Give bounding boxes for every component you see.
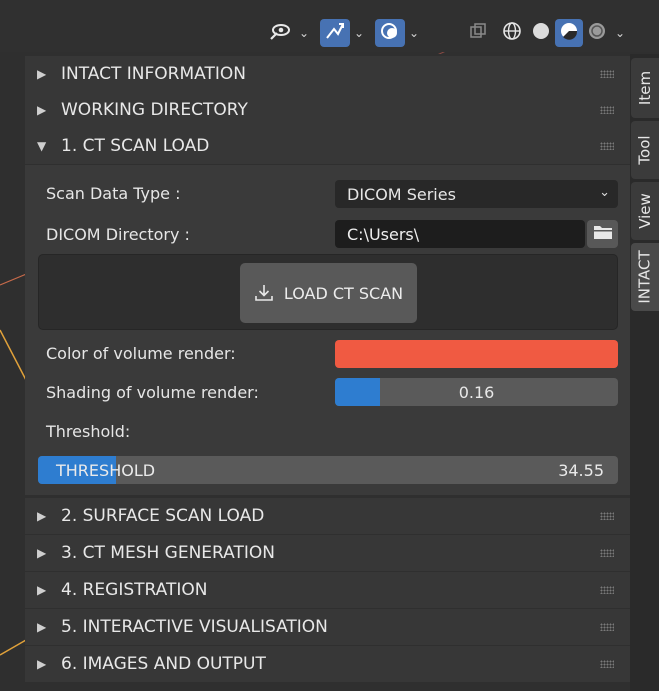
wireframe-shading-button[interactable] — [497, 19, 527, 47]
collapsed-arrow-icon: ▶ — [37, 620, 47, 634]
eye-selectability-icon — [269, 21, 291, 45]
gizmo-dropdown-chevron-icon[interactable]: ⌄ — [350, 19, 368, 47]
section-label: 6. IMAGES AND OUTPUT — [61, 654, 266, 674]
solid-shading-icon — [531, 21, 551, 45]
scan-type-label: Scan Data Type : — [46, 184, 181, 203]
volume-render-color-swatch[interactable] — [335, 340, 618, 368]
section-surface-scan-load[interactable]: ▶ 2. SURFACE SCAN LOAD — [25, 498, 630, 534]
material-shading-button[interactable] — [555, 19, 583, 47]
wireframe-shading-icon — [502, 21, 522, 45]
shading-volume-render-label: Shading of volume render: — [46, 383, 259, 402]
collapsed-arrow-icon: ▶ — [37, 509, 47, 523]
shading-dropdown-chevron-icon[interactable]: ⌄ — [611, 19, 629, 47]
section-ct-mesh-generation[interactable]: ▶ 3. CT MESH GENERATION — [25, 535, 630, 571]
overlays-dropdown-chevron-icon[interactable]: ⌄ — [405, 19, 423, 47]
tab-label: Item — [636, 70, 654, 106]
ct-scan-load-body — [25, 165, 630, 495]
folder-icon — [593, 223, 613, 245]
tab-view[interactable]: View — [631, 182, 659, 240]
drag-grip-icon[interactable] — [600, 512, 614, 520]
solid-shading-button[interactable] — [527, 19, 555, 47]
drag-grip-icon[interactable] — [600, 70, 614, 78]
section-label: 5. INTERACTIVE VISUALISATION — [61, 617, 328, 637]
section-label: 2. SURFACE SCAN LOAD — [61, 506, 265, 526]
drag-grip-icon[interactable] — [600, 106, 614, 114]
collapsed-arrow-icon: ▶ — [37, 546, 47, 560]
section-intact-information[interactable]: ▶ INTACT INFORMATION — [25, 56, 630, 92]
drag-grip-icon[interactable] — [600, 142, 614, 150]
section-label: 1. CT SCAN LOAD — [61, 136, 210, 156]
browse-folder-button[interactable] — [587, 220, 618, 248]
drag-grip-icon[interactable] — [600, 660, 614, 668]
threshold-value: 34.55 — [558, 460, 604, 480]
expanded-arrow-icon: ▼ — [37, 139, 47, 153]
tab-intact[interactable]: INTACT — [631, 243, 659, 311]
tab-item[interactable]: Item — [631, 58, 659, 118]
collapsed-arrow-icon: ▶ — [37, 103, 47, 117]
collapsed-arrow-icon: ▶ — [37, 657, 47, 671]
material-shading-icon — [559, 21, 579, 45]
section-label: WORKING DIRECTORY — [61, 100, 248, 120]
color-volume-render-label: Color of volume render: — [46, 344, 236, 363]
overlays-toggle-button[interactable] — [375, 19, 405, 47]
rendered-shading-button[interactable] — [583, 19, 611, 47]
load-ct-scan-label: LOAD CT SCAN — [283, 283, 404, 303]
section-registration[interactable]: ▶ 4. REGISTRATION — [25, 572, 630, 608]
section-images-and-output[interactable]: ▶ 6. IMAGES AND OUTPUT — [25, 646, 630, 682]
selectability-button[interactable] — [265, 19, 295, 47]
section-interactive-visualisation[interactable]: ▶ 5. INTERACTIVE VISUALISATION — [25, 609, 630, 645]
load-ct-scan-button[interactable]: LOAD CT SCAN — [240, 263, 417, 323]
tab-label: Tool — [636, 135, 655, 165]
section-label: 4. REGISTRATION — [61, 580, 208, 600]
collapsed-arrow-icon: ▶ — [37, 583, 47, 597]
gizmo-toggle-button[interactable] — [320, 19, 350, 47]
dicom-directory-input[interactable]: C:\Users\ — [335, 220, 585, 248]
overlay-icon — [379, 21, 401, 45]
threshold-heading: Threshold: — [46, 422, 131, 441]
viewport-header-toolbar: ⌄ ⌄ ⌄ ⌄ — [0, 0, 659, 52]
shading-value: 0.16 — [458, 382, 495, 402]
xray-toggle-button[interactable] — [463, 19, 493, 47]
section-working-directory[interactable]: ▶ WORKING DIRECTORY — [25, 92, 630, 128]
chevron-down-icon: ⌄ — [599, 185, 610, 200]
tab-label: View — [636, 193, 655, 229]
scan-type-value: DICOM Series — [347, 184, 456, 204]
rendered-shading-icon — [587, 21, 607, 45]
dicom-directory-label: DICOM Directory : — [46, 225, 190, 244]
dicom-directory-value: C:\Users\ — [347, 224, 420, 244]
xray-icon — [469, 22, 487, 44]
scan-type-dropdown[interactable]: DICOM Series ⌄ — [335, 180, 618, 208]
section-label: 3. CT MESH GENERATION — [61, 543, 275, 563]
gizmo-icon — [324, 21, 346, 45]
tab-tool[interactable]: Tool — [631, 121, 659, 179]
threshold-slider-label: THRESHOLD — [56, 460, 156, 480]
section-label: INTACT INFORMATION — [61, 64, 246, 84]
download-icon — [254, 283, 274, 303]
tab-label: INTACT — [636, 250, 654, 304]
drag-grip-icon[interactable] — [600, 623, 614, 631]
selectability-dropdown-chevron-icon[interactable]: ⌄ — [295, 19, 313, 47]
collapsed-arrow-icon: ▶ — [37, 67, 47, 81]
shading-slider[interactable]: 0.16 — [335, 378, 618, 406]
threshold-slider[interactable]: THRESHOLD 34.55 — [38, 456, 618, 484]
section-ct-scan-load[interactable]: ▼ 1. CT SCAN LOAD — [25, 128, 630, 164]
drag-grip-icon[interactable] — [600, 549, 614, 557]
drag-grip-icon[interactable] — [600, 586, 614, 594]
